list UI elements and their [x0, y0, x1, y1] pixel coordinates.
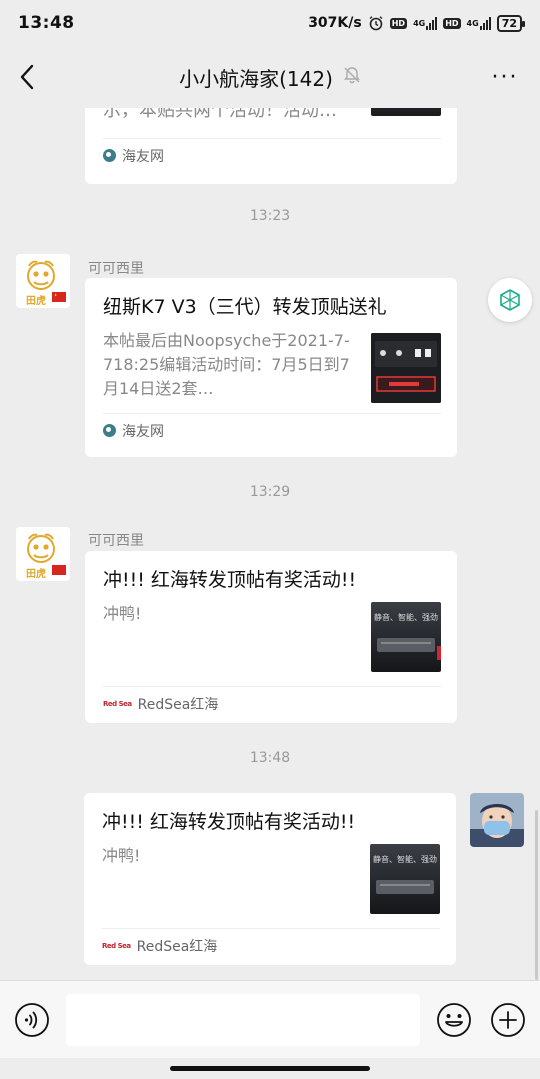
card-title: 冲!!! 红海转发顶帖有奖活动!!	[103, 569, 357, 591]
card-thumbnail: 静音、智能、强劲	[370, 844, 440, 914]
card-thumbnail: 静音、智能、强劲	[371, 602, 441, 672]
child-photo-avatar-icon	[470, 793, 524, 847]
battery-indicator: 72	[496, 14, 526, 32]
avatar-badge-text: 田虎	[26, 296, 46, 307]
plus-circle-icon	[491, 1002, 525, 1037]
source-name: RedSea红海	[136, 938, 218, 955]
card-desc: 冲鸭!	[102, 846, 141, 865]
avatar[interactable]: 田虎	[16, 254, 70, 308]
mute-bell-icon	[343, 66, 361, 88]
card-thumbnail	[371, 333, 441, 403]
thumbnail-caption: 静音、智能、强劲	[374, 613, 438, 622]
card-source: Red Sea RedSea红海	[103, 686, 441, 720]
more-icon: ···	[491, 64, 519, 90]
card-desc: 示，本贴共两个活动！活动…	[103, 108, 337, 121]
mini-program-float-button[interactable]	[488, 278, 532, 322]
sender-name: 可可西里	[88, 261, 144, 277]
scrollbar[interactable]	[535, 810, 538, 980]
card-title: 冲!!! 红海转发顶帖有奖活动!!	[102, 811, 356, 833]
haiyou-logo-icon	[103, 424, 116, 437]
signal-4g-icon-2: 4G	[467, 16, 491, 30]
card-source: 海友网	[103, 413, 441, 447]
source-name: 海友网	[122, 148, 164, 165]
alarm-icon	[368, 15, 384, 31]
message-input[interactable]	[66, 993, 420, 1046]
card-title: 纽斯K7 V3（三代）转发顶贴送礼	[103, 296, 387, 318]
chevron-left-icon	[20, 64, 34, 90]
avatar[interactable]: 田虎	[16, 527, 70, 581]
more-button[interactable]: ···	[470, 46, 540, 108]
home-indicator[interactable]	[170, 1066, 370, 1071]
hd-icon: HD	[389, 17, 408, 29]
thumbnail-caption: 静音、智能、强劲	[373, 855, 437, 864]
self-avatar[interactable]	[470, 793, 524, 847]
back-button[interactable]	[0, 46, 54, 108]
redsea-logo-icon: Red Sea	[103, 699, 132, 708]
chat-title: 小小航海家(142)	[179, 66, 333, 91]
status-time: 13:48	[18, 13, 75, 33]
hd-icon-2: HD	[443, 17, 461, 29]
timestamp: 13:29	[249, 484, 291, 500]
chat-title-wrap[interactable]: 小小航海家(142)	[140, 46, 400, 108]
haiyou-logo-icon	[103, 149, 116, 162]
link-card[interactable]: 示，本贴共两个活动！活动… 海友网	[85, 108, 457, 184]
emoji-icon	[437, 1002, 471, 1037]
source-name: RedSea红海	[137, 696, 219, 713]
card-thumbnail	[371, 108, 441, 116]
status-bar: 13:48 307K/s HD 4G HD 4G 72	[0, 0, 540, 46]
avatar-badge-text: 田虎	[26, 569, 46, 580]
chat-header: 小小航海家(142) ···	[0, 46, 540, 108]
voice-icon	[15, 1002, 49, 1037]
more-functions-button[interactable]	[490, 1002, 526, 1038]
link-card[interactable]: 冲!!! 红海转发顶帖有奖活动!! 冲鸭! 静音、智能、强劲 Red Sea R…	[85, 551, 457, 723]
network-speed: 307K/s	[308, 15, 362, 31]
net-type-label-2: 4G	[466, 18, 479, 28]
timestamp: 13:48	[249, 750, 291, 766]
emoji-button[interactable]	[436, 1002, 472, 1038]
card-source: Red Sea RedSea红海	[102, 928, 440, 962]
voice-button[interactable]	[14, 1002, 50, 1038]
link-card[interactable]: 冲!!! 红海转发顶帖有奖活动!! 冲鸭! 静音、智能、强劲 Red Sea R…	[84, 793, 456, 965]
timestamp: 13:23	[249, 208, 291, 224]
card-source: 海友网	[103, 138, 441, 172]
sender-name: 可可西里	[88, 533, 144, 549]
signal-4g-icon: 4G	[413, 16, 438, 30]
status-icons: 307K/s HD 4G HD 4G 72	[308, 14, 526, 32]
input-bar	[0, 980, 540, 1058]
card-desc: 本帖最后由Noopsyche于2021-7-718:25编辑活动时间：7月5日到…	[103, 331, 350, 398]
net-type-label: 4G	[413, 18, 426, 28]
link-card[interactable]: 纽斯K7 V3（三代）转发顶贴送礼 本帖最后由Noopsyche于2021-7-…	[85, 278, 457, 457]
message-list[interactable]: 示，本贴共两个活动！活动… 海友网 13:23 田虎 可可西里 纽斯K7 V3（…	[0, 108, 540, 980]
cube-icon	[500, 289, 520, 311]
redsea-logo-icon: Red Sea	[102, 941, 131, 950]
card-desc: 冲鸭!	[103, 604, 142, 623]
source-name: 海友网	[122, 423, 164, 440]
